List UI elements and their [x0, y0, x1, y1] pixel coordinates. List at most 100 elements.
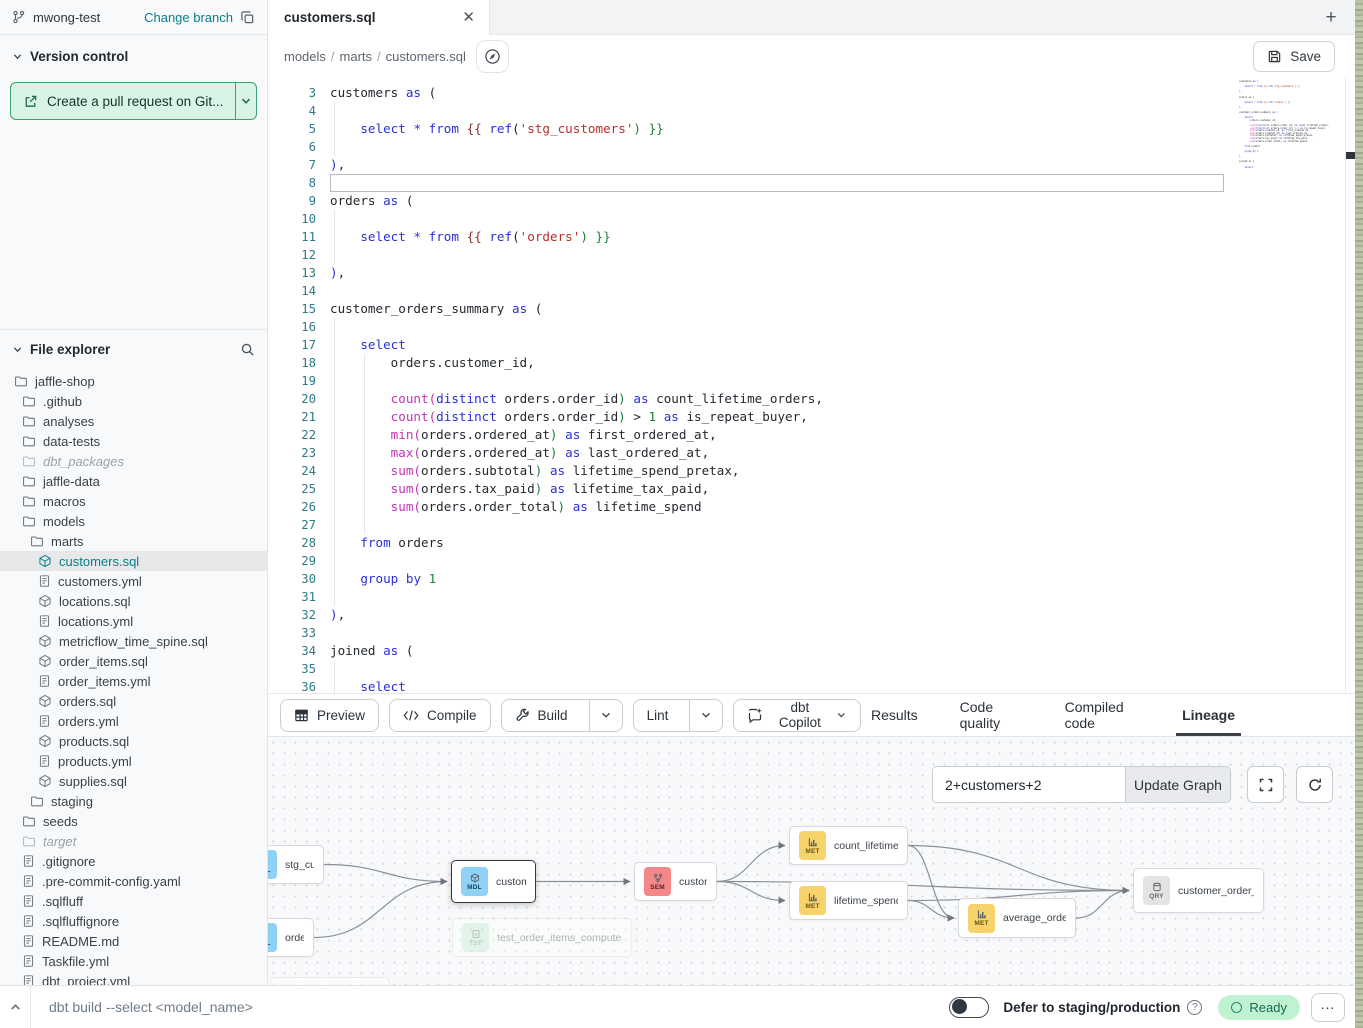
code-line[interactable] — [330, 102, 1235, 120]
copy-branch-icon[interactable] — [240, 10, 255, 25]
lineage-panel[interactable]: Update Graph MDLstg_customers MDLorders MD… — [268, 737, 1355, 985]
code-line[interactable]: ), — [330, 264, 1235, 282]
file-tree-item-macros[interactable]: macros — [0, 491, 267, 511]
code-line[interactable] — [330, 174, 1235, 192]
code-line[interactable] — [330, 660, 1235, 678]
tab-results[interactable]: Results — [871, 694, 918, 736]
code-line[interactable]: max(orders.ordered_at) as last_ordered_a… — [330, 444, 1235, 462]
lint-dropdown[interactable] — [689, 700, 722, 731]
ready-status-badge[interactable]: Ready — [1218, 995, 1300, 1020]
tab-lineage[interactable]: Lineage — [1182, 694, 1235, 736]
code-line[interactable] — [330, 552, 1235, 570]
file-tree-item-orders-sql[interactable]: orders.sql — [0, 691, 267, 711]
file-tree-item--pre-commit-config-yaml[interactable]: .pre-commit-config.yaml — [0, 871, 267, 891]
lineage-node-customers_model[interactable]: MDLcustomers — [451, 860, 536, 903]
file-tree-item--sqlfluff[interactable]: .sqlfluff — [0, 891, 267, 911]
new-tab-button[interactable]: + — [1317, 4, 1345, 32]
file-tree-item-data-tests[interactable]: data-tests — [0, 431, 267, 451]
file-tree-item-staging[interactable]: staging — [0, 791, 267, 811]
change-branch-link[interactable]: Change branch — [144, 10, 233, 25]
lineage-selector-input[interactable] — [933, 767, 1125, 802]
lineage-node-orders_model[interactable]: MDLorders — [268, 918, 314, 957]
code-line[interactable]: ), — [330, 606, 1235, 624]
lineage-node-count_lifetime_orders[interactable]: METcount_lifetime_orders — [789, 826, 908, 865]
tab-compiled-code[interactable]: Compiled code — [1065, 694, 1141, 736]
file-tree-item--gitignore[interactable]: .gitignore — [0, 851, 267, 871]
code-line[interactable]: count(distinct orders.order_id) > 1 as i… — [330, 408, 1235, 426]
save-button[interactable]: Save — [1253, 41, 1335, 72]
file-tree-item-jaffle-data[interactable]: jaffle-data — [0, 471, 267, 491]
file-tree-item-taskfile-yml[interactable]: Taskfile.yml — [0, 951, 267, 971]
code-line[interactable]: select * from {{ ref('stg_customers') }} — [330, 120, 1235, 138]
command-input[interactable]: dbt build --select <model_name> — [49, 999, 253, 1015]
file-tree-item-readme-md[interactable]: README.md — [0, 931, 267, 951]
code-line[interactable]: sum(orders.tax_paid) as lifetime_tax_pai… — [330, 480, 1235, 498]
code-line[interactable]: customers as ( — [330, 84, 1235, 102]
code-line[interactable] — [330, 318, 1235, 336]
lineage-node-average_order_value[interactable]: METaverage_order_value — [958, 898, 1076, 938]
editor-scrollbar[interactable] — [1345, 78, 1355, 693]
fullscreen-button[interactable] — [1247, 766, 1284, 803]
file-tree-item-order-items-sql[interactable]: order_items.sql — [0, 651, 267, 671]
lineage-node-customers_semantic[interactable]: SEMcustomers — [634, 862, 717, 901]
lineage-node-partial_node[interactable] — [270, 977, 390, 985]
code-area[interactable]: customers as ( select * from {{ ref('stg… — [330, 78, 1235, 693]
code-line[interactable] — [330, 516, 1235, 534]
code-line[interactable]: from orders — [330, 534, 1235, 552]
file-tree-item-analyses[interactable]: analyses — [0, 411, 267, 431]
file-tree-item-supplies-sql[interactable]: supplies.sql — [0, 771, 267, 791]
code-line[interactable] — [330, 246, 1235, 264]
file-tree-item-products-yml[interactable]: products.yml — [0, 751, 267, 771]
code-line[interactable] — [330, 138, 1235, 156]
lineage-node-test_order_items[interactable]: TSTtest_order_items_compute_to_bools... — [452, 918, 632, 957]
file-tree-item-dbt-packages[interactable]: dbt_packages — [0, 451, 267, 471]
lineage-node-stg_customers[interactable]: MDLstg_customers — [268, 845, 324, 884]
code-line[interactable] — [330, 210, 1235, 228]
file-tree-item-jaffle-shop[interactable]: jaffle-shop — [0, 371, 267, 391]
lineage-node-customer_order_metrics[interactable]: QRYcustomer_order_metrics — [1133, 868, 1264, 913]
code-line[interactable]: joined as ( — [330, 642, 1235, 660]
code-line[interactable]: sum(orders.order_total) as lifetime_spen… — [330, 498, 1235, 516]
compile-button[interactable]: Compile — [389, 699, 491, 732]
close-tab-icon[interactable]: ✕ — [462, 10, 475, 25]
code-line[interactable]: min(orders.ordered_at) as first_ordered_… — [330, 426, 1235, 444]
code-line[interactable] — [330, 624, 1235, 642]
code-line[interactable]: orders as ( — [330, 192, 1235, 210]
file-tree-item-locations-yml[interactable]: locations.yml — [0, 611, 267, 631]
help-icon[interactable]: ? — [1187, 1000, 1202, 1015]
file-tree-item--sqlfluffignore[interactable]: .sqlfluffignore — [0, 911, 267, 931]
minimap[interactable]: customers as ( select * from {{ ref('stg… — [1235, 78, 1345, 693]
file-tree-item-order-items-yml[interactable]: order_items.yml — [0, 671, 267, 691]
code-line[interactable] — [330, 282, 1235, 300]
update-graph-button[interactable]: Update Graph — [1125, 767, 1230, 802]
file-tree-item-models[interactable]: models — [0, 511, 267, 531]
collapse-panel-icon[interactable] — [0, 1001, 30, 1014]
create-pr-button[interactable]: Create a pull request on Git... — [10, 82, 257, 120]
tab-customers-sql[interactable]: customers.sql ✕ — [268, 0, 490, 35]
lineage-node-lifetime_spend_pretax[interactable]: METlifetime_spend_pretax — [789, 881, 908, 920]
tab-code-quality[interactable]: Code quality — [960, 694, 1023, 736]
more-options-button[interactable]: ... — [1311, 993, 1345, 1022]
code-line[interactable]: count(distinct orders.order_id) as count… — [330, 390, 1235, 408]
lint-button[interactable]: Lint — [634, 700, 682, 731]
file-tree-item-marts[interactable]: marts — [0, 531, 267, 551]
create-pr-main[interactable]: Create a pull request on Git... — [11, 83, 236, 119]
code-line[interactable]: customer_orders_summary as ( — [330, 300, 1235, 318]
file-tree-item-customers-yml[interactable]: customers.yml — [0, 571, 267, 591]
file-tree-item-target[interactable]: target — [0, 831, 267, 851]
file-tree-item-orders-yml[interactable]: orders.yml — [0, 711, 267, 731]
code-line[interactable]: select — [330, 336, 1235, 354]
code-line[interactable]: select * from {{ ref('orders') }} — [330, 228, 1235, 246]
code-line[interactable]: select — [330, 678, 1235, 693]
create-pr-dropdown[interactable] — [236, 83, 256, 119]
code-line[interactable]: orders.customer_id, — [330, 354, 1235, 372]
file-tree-item-locations-sql[interactable]: locations.sql — [0, 591, 267, 611]
code-line[interactable] — [330, 588, 1235, 606]
code-line[interactable]: ), — [330, 156, 1235, 174]
code-line[interactable]: group by 1 — [330, 570, 1235, 588]
defer-toggle[interactable] — [949, 997, 989, 1018]
scrollbar-thumb[interactable] — [1346, 152, 1355, 159]
version-control-header[interactable]: Version control — [0, 35, 267, 74]
file-tree-item--github[interactable]: .github — [0, 391, 267, 411]
file-tree-item-customers-sql[interactable]: customers.sql — [0, 551, 267, 571]
